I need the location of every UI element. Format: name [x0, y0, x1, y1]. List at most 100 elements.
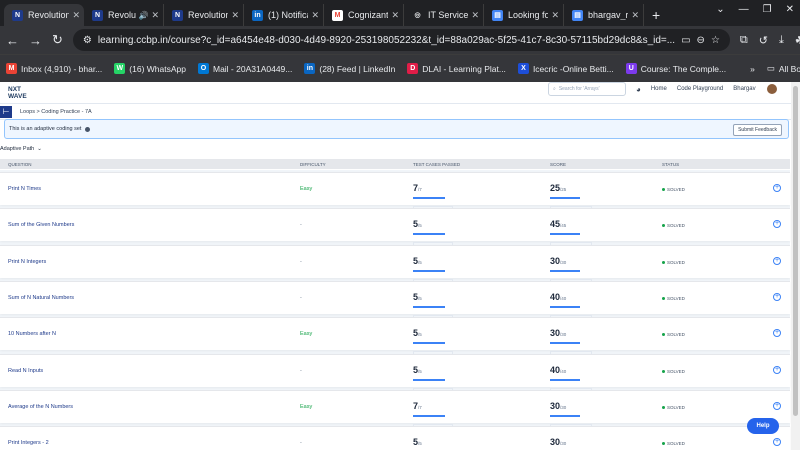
browser-tab[interactable]: N Revolu 🔊 ✕: [84, 4, 164, 26]
avatar[interactable]: [765, 83, 778, 95]
bookmark-label: Mail - 20A31A0449...: [212, 63, 293, 74]
expand-plus-icon[interactable]: +: [773, 365, 781, 374]
bookmark-item[interactable]: D DLAI - Learning Plat...: [407, 63, 506, 74]
adaptive-path-dropdown[interactable]: Adaptive Path ⌄: [0, 146, 42, 152]
expand-plus-icon[interactable]: +: [773, 401, 781, 410]
bookmark-item[interactable]: W (16) WhatsApp: [114, 63, 186, 74]
table-row[interactable]: 10 Numbers after NEasy5/5Latest Attempt …: [0, 317, 790, 361]
question-title[interactable]: Print Integers - 2: [8, 440, 49, 446]
bookmark-item[interactable]: M Inbox (4,910) - bhar...: [6, 63, 102, 74]
streak-icon[interactable]: ◕: [636, 85, 641, 94]
difficulty-label: Easy: [300, 403, 313, 410]
reload-icon[interactable]: ↻: [52, 32, 63, 48]
browser-tab[interactable]: ▤ bhargav_r ✕: [564, 4, 644, 26]
table-row[interactable]: Read N Inputs-5/5Latest Attempt : 5/540/…: [0, 353, 790, 397]
user-name[interactable]: Bhargav: [733, 86, 755, 92]
breadcrumb[interactable]: Loops > Coding Practice - 7A: [20, 109, 92, 115]
expand-plus-icon[interactable]: +: [773, 292, 781, 301]
expand-plus-icon[interactable]: +: [773, 438, 781, 447]
star-icon[interactable]: ☆: [711, 35, 720, 46]
scrollbar-thumb[interactable]: [793, 86, 798, 416]
table-row[interactable]: Sum of the Given Numbers-5/5Latest Attem…: [0, 208, 790, 252]
nxtwave-logo[interactable]: NXT WAVE: [8, 86, 27, 100]
scrollbar[interactable]: [791, 82, 800, 450]
download-icon[interactable]: ⤓: [779, 34, 784, 47]
bookmark-item[interactable]: O Mail - 20A31A0449...: [197, 63, 293, 74]
close-icon[interactable]: ✕: [311, 10, 319, 21]
sync-icon[interactable]: ↺: [759, 34, 768, 47]
status-dot-icon: [662, 188, 665, 191]
site-info-icon[interactable]: ⚙: [83, 35, 92, 46]
expand-plus-icon[interactable]: +: [773, 184, 781, 192]
search-input[interactable]: ⌕ Search for 'Arrays': [548, 82, 626, 96]
maximize-icon[interactable]: ❐: [763, 4, 772, 15]
score-total: /45: [560, 223, 567, 229]
browser-tab[interactable]: ◎ IT Service ✕: [404, 4, 484, 26]
speaker-icon[interactable]: 🔊: [138, 11, 148, 20]
question-title[interactable]: Average of the N Numbers: [8, 404, 73, 410]
new-tab-button[interactable]: +: [644, 4, 668, 26]
address-bar[interactable]: ⚙ learning.ccbp.in/course?c_id=a6454e48-…: [72, 29, 730, 51]
question-title[interactable]: Sum of N Natural Numbers: [8, 295, 74, 301]
close-icon[interactable]: ✕: [391, 10, 399, 21]
forward-icon[interactable]: →: [29, 33, 42, 48]
table-row[interactable]: Print N Integers-5/5Latest Attempt : 5/5…: [0, 244, 790, 288]
bookmark-label: Course: The Comple...: [640, 63, 727, 74]
table-row[interactable]: Sum of N Natural Numbers-5/5Latest Attem…: [0, 280, 790, 324]
submit-feedback-button[interactable]: Submit Feedback: [733, 124, 782, 136]
question-title[interactable]: 10 Numbers after N: [8, 331, 56, 337]
bookmark-item[interactable]: in (28) Feed | LinkedIn: [304, 63, 395, 74]
close-icon[interactable]: ✕: [151, 10, 159, 21]
test-cases-total: /7: [418, 187, 422, 192]
difficulty-label: -: [300, 258, 302, 265]
close-window-icon[interactable]: ✕: [786, 4, 794, 15]
close-icon[interactable]: ✕: [231, 10, 239, 21]
question-title[interactable]: Sum of the Given Numbers: [8, 222, 74, 228]
back-icon[interactable]: ←: [6, 33, 19, 48]
nxtwave-icon: N: [172, 9, 183, 21]
profile-avatar-icon[interactable]: ☘: [795, 34, 800, 47]
expand-plus-icon[interactable]: +: [773, 220, 781, 229]
browser-tab[interactable]: in (1) Notifica ✕: [244, 4, 324, 26]
browser-toolbar: ← → ↻ ⚙ learning.ccbp.in/course?c_id=a64…: [0, 26, 800, 54]
cast-icon[interactable]: ▭: [681, 35, 690, 46]
difficulty-label: Easy: [300, 331, 313, 338]
tab-title: bhargav_r: [588, 10, 629, 20]
browser-tab[interactable]: ▤ Looking fo ✕: [484, 4, 564, 26]
nav-home[interactable]: Home: [651, 86, 667, 92]
status-text: SOLVED: [667, 187, 685, 192]
score-progress-bar: [550, 342, 580, 345]
url-text: learning.ccbp.in/course?c_id=a6454e48-d0…: [97, 34, 676, 46]
expand-plus-icon[interactable]: +: [773, 256, 781, 265]
table-row[interactable]: Print N TimesEasy7/7Latest Attempt : 7/7…: [0, 172, 790, 215]
question-title[interactable]: Print N Integers: [8, 259, 46, 265]
table-row[interactable]: Average of the N NumbersEasy7/7Latest At…: [0, 389, 790, 433]
extensions-icon[interactable]: ⧉: [740, 34, 748, 47]
all-bookmarks[interactable]: ▭All Bookmarks: [767, 63, 800, 74]
info-icon[interactable]: [85, 126, 91, 132]
close-icon[interactable]: ✕: [631, 10, 639, 21]
chevron-down-icon[interactable]: ⌄: [716, 4, 724, 15]
zoom-icon[interactable]: ⊖: [697, 35, 705, 46]
close-icon[interactable]: ✕: [551, 10, 559, 21]
close-icon[interactable]: ✕: [72, 10, 80, 21]
browser-tab[interactable]: M Cognizant ✕: [324, 4, 404, 26]
app-header: NXT WAVE ⌕ Search for 'Arrays' ◕ Home Co…: [0, 82, 800, 104]
close-icon[interactable]: ✕: [471, 10, 479, 21]
minimize-icon[interactable]: —: [739, 4, 749, 15]
question-title[interactable]: Print N Times: [8, 186, 41, 192]
question-title[interactable]: Read N Inputs: [8, 368, 43, 374]
bookmark-item[interactable]: U Course: The Comple...: [625, 63, 727, 74]
table-row[interactable]: Print Integers - 2 - 5/5 30/30 SOLVED +: [0, 426, 790, 450]
browser-tab[interactable]: N Revolution ✕: [4, 4, 84, 26]
folder-icon: ▭: [766, 63, 775, 73]
score-progress-bar: [550, 233, 580, 236]
browser-tab[interactable]: N Revolution ✕: [164, 4, 244, 26]
more-bookmarks-icon[interactable]: »: [750, 64, 755, 74]
help-button[interactable]: Help: [747, 418, 779, 434]
expand-plus-icon[interactable]: +: [773, 329, 781, 338]
bookmark-item[interactable]: X Icecric -Online Betti...: [517, 63, 614, 74]
status-text: SOLVED: [667, 404, 685, 410]
sidebar-toggle-icon[interactable]: ⊢: [0, 105, 12, 118]
nav-code-playground[interactable]: Code Playground: [677, 86, 723, 92]
